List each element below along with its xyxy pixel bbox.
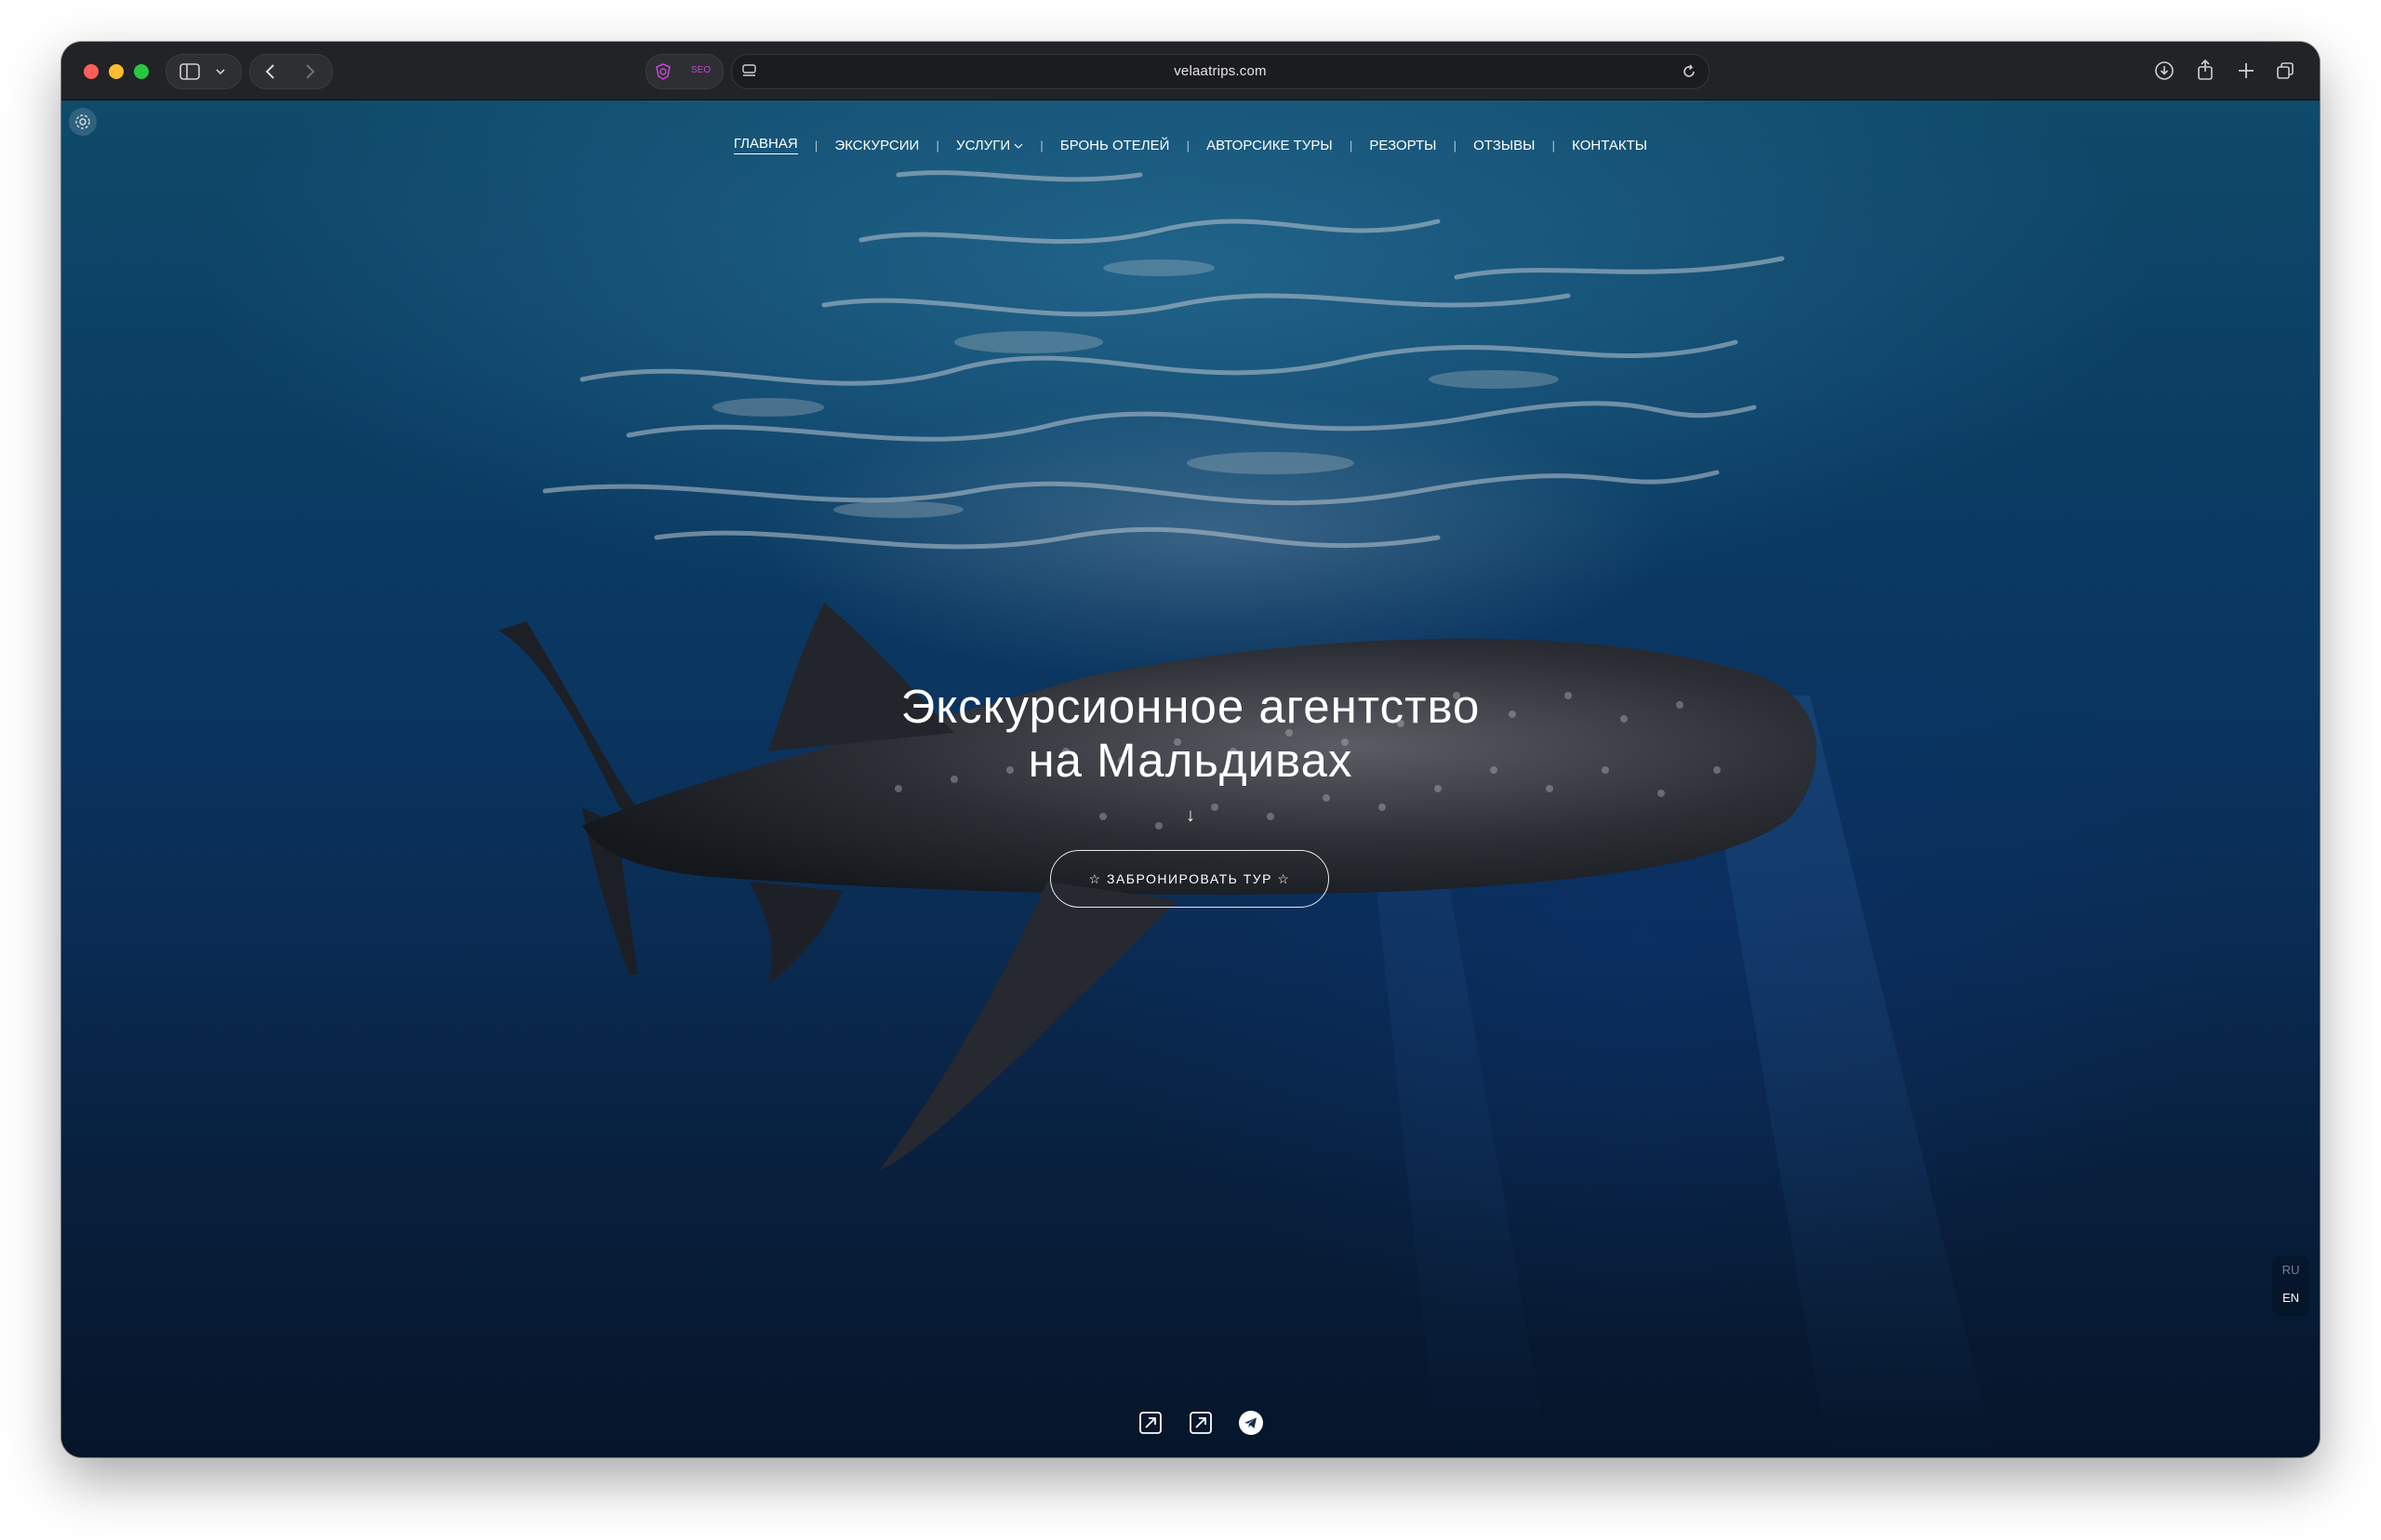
nav-item-author-tours[interactable]: АВТОРСИКЕ ТУРЫ [1206,138,1333,153]
nav-separator: | [814,138,818,153]
tabs-overview-icon[interactable] [2275,60,2295,81]
gear-icon [75,114,90,129]
nav-item-hotel-booking[interactable]: БРОНЬ ОТЕЛЕЙ [1060,138,1170,153]
nav-separator: | [1349,138,1353,153]
hero-section: ГЛАВНАЯ | ЭКСКУРСИИ | УСЛУГИ | БРОНЬ ОТЕ… [61,100,2320,1457]
forward-icon[interactable] [302,63,317,80]
nav-separator: | [1551,138,1555,153]
seo-extension-button[interactable]: SEO [645,54,724,89]
url-text: velaatrips.com [1174,63,1267,79]
hero-title-line-2: на Мальдивах [1028,734,1353,787]
book-tour-button[interactable]: ☆ ЗАБРОНИРОВАТЬ ТУР ☆ [1050,850,1329,908]
language-en[interactable]: EN [2272,1284,2309,1312]
share-icon[interactable] [2195,59,2215,81]
scroll-down-arrow-icon[interactable]: ↓ [61,805,2320,827]
nav-separator: | [1040,138,1044,153]
browser-toolbar: SEO velaatrips.com [61,42,2320,100]
nav-item-services[interactable]: УСЛУГИ [956,138,1023,153]
download-icon[interactable] [2154,60,2175,81]
nav-item-services-label: УСЛУГИ [956,137,1011,153]
telegram-icon[interactable] [1238,1410,1264,1436]
new-tab-icon[interactable] [2236,60,2256,81]
nav-item-home[interactable]: ГЛАВНАЯ [733,136,798,154]
language-switcher: RU EN [2272,1256,2309,1316]
external-link-icon[interactable] [1137,1410,1164,1436]
hero-title: Экскурсионное агентство на Мальдивах [61,680,2320,788]
chevron-down-icon [1014,143,1023,149]
seo-extension-icon [656,63,671,80]
minimize-window-button[interactable] [109,64,124,79]
hero-title-line-1: Экскурсионное агентство [900,680,1481,733]
seo-label: SEO [691,65,712,75]
language-ru[interactable]: RU [2272,1256,2309,1284]
nav-item-reviews[interactable]: ОТЗЫВЫ [1473,138,1535,153]
settings-gear-button[interactable] [69,108,97,136]
nav-separator: | [936,138,939,153]
back-icon[interactable] [263,63,278,80]
nav-separator: | [1453,138,1457,153]
sidebar-toggle-button[interactable] [166,54,242,89]
nav-item-contacts[interactable]: КОНТАКТЫ [1572,138,1647,153]
nav-item-excursions[interactable]: ЭКСКУРСИИ [834,138,919,153]
history-nav [249,54,333,89]
external-link-icon[interactable] [1188,1410,1214,1436]
nav-item-resorts[interactable]: РЕЗОРТЫ [1369,138,1436,153]
sidebar-icon [180,63,200,80]
zoom-window-button[interactable] [134,64,149,79]
chevron-down-icon [216,69,225,75]
close-window-button[interactable] [84,64,99,79]
browser-window: SEO velaatrips.com ГЛАВНАЯ | ЭКСКУРСИИ |… [61,42,2320,1457]
reload-icon[interactable] [1681,63,1697,80]
address-bar[interactable]: velaatrips.com [731,54,1709,89]
nav-separator: | [1186,138,1190,153]
main-nav: ГЛАВНАЯ | ЭКСКУРСИИ | УСЛУГИ | БРОНЬ ОТЕ… [61,136,2320,154]
